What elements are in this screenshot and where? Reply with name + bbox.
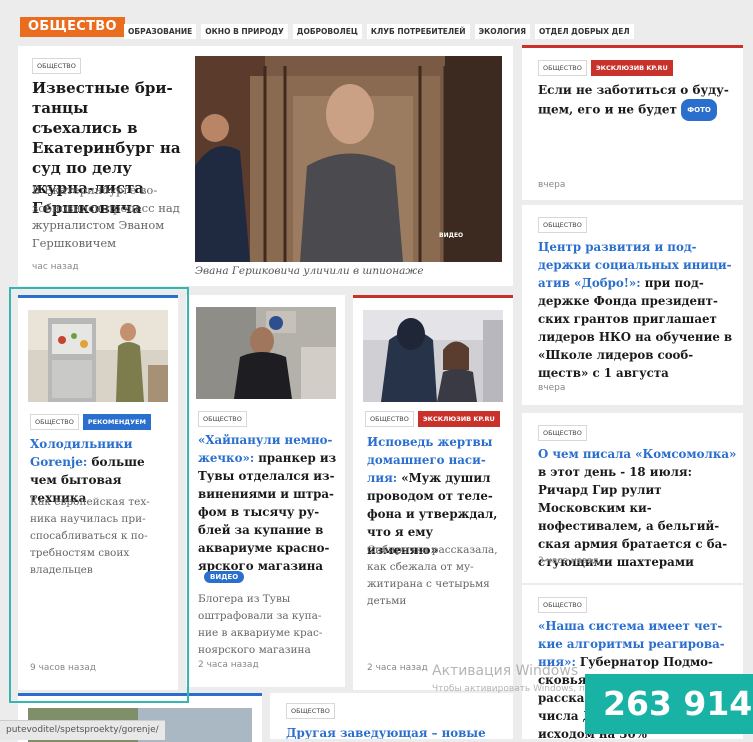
fridge-photo[interactable] [28, 310, 168, 402]
news-title-rest: при под-держке Фонда президент-ских гран… [538, 276, 733, 380]
subnav-item-volunteer[interactable]: ДОБРОВОЛЕЦ [292, 24, 362, 39]
news-title-link[interactable]: Другая заведующая – новые [286, 726, 486, 739]
tag-exclusive[interactable]: ЭКСКЛЮЗИВ KP.RU [417, 411, 500, 427]
status-url-bar: putevoditel/spetsproekty/gorenje/ [0, 720, 165, 740]
tag-society[interactable]: ОБЩЕСТВО [30, 414, 79, 430]
news-card-dobro[interactable]: ОБЩЕСТВО Центр развития и под-держки соц… [522, 205, 743, 405]
news-title-rest: в этот день - 18 июля: Ричард Гир рулит … [538, 465, 728, 569]
news-time: 3 часа назад [538, 556, 599, 566]
lead-story-card[interactable]: ОБЩЕСТВО Известные бри-танцы съехались в… [18, 46, 513, 286]
section-rubric[interactable]: ОБЩЕСТВО [20, 17, 125, 37]
lead-story-caption: Эвана Гершковича уличили в шпионаже [195, 265, 424, 277]
photo-badge: ВИДЕО [439, 232, 464, 239]
news-lead: Сибирячка рассказала, как сбежала от му-… [367, 544, 498, 607]
news-title[interactable]: Если не заботиться о буду-щем, его и не … [538, 81, 734, 121]
news-card-gorenje[interactable]: ОБЩЕСТВО РЕКОМЕНДУЕМ Холодильники Gorenj… [18, 295, 178, 690]
tag-society[interactable]: ОБЩЕСТВО [286, 703, 335, 719]
subnav-item-ecology[interactable]: ЭКОЛОГИЯ [474, 24, 531, 39]
tag-recommended[interactable]: РЕКОМЕНДУЕМ [82, 414, 151, 430]
prankster-photo[interactable] [196, 307, 336, 399]
subnav-item-nature[interactable]: ОКНО В ПРИРОДУ [201, 24, 288, 39]
lead-story-time: час назад [32, 262, 79, 272]
tag-exclusive[interactable]: ЭКСКЛЮЗИВ KP.RU [590, 60, 673, 76]
tag-society[interactable]: ОБЩЕСТВО [538, 597, 587, 613]
news-time: 9 часов назад [30, 663, 96, 673]
tag-society[interactable]: ОБЩЕСТВО [538, 425, 587, 441]
news-title[interactable]: Центр развития и под-держки социальных и… [538, 238, 736, 382]
news-card-future[interactable]: ОБЩЕСТВО ЭКСКЛЮЗИВ KP.RU Если не заботит… [522, 45, 743, 200]
photo-pill: ФОТО [681, 99, 717, 121]
news-card-prankster[interactable]: ОБЩЕСТВО «Хайпанули немно-жечко»: пранке… [186, 295, 345, 687]
section-header: ОБЩЕСТВО ОБРАЗОВАНИЕ ОКНО В ПРИРОДУ ДОБР… [0, 0, 753, 44]
news-time: 2 часа назад [367, 663, 428, 673]
view-counter-badge: 263 914 [585, 674, 753, 734]
video-pill: ВИДЕО [204, 571, 245, 583]
news-card-kindergarten[interactable]: ОБЩЕСТВО Другая заведующая – новые [270, 693, 513, 739]
tag-society[interactable]: ОБЩЕСТВО [538, 60, 587, 76]
news-time: вчера [538, 383, 566, 393]
subnav-item-education[interactable]: ОБРАЗОВАНИЕ [124, 24, 197, 39]
subnav-item-consumers[interactable]: КЛУБ ПОТРЕБИТЕЛЕЙ [366, 24, 470, 39]
news-title[interactable]: Другая заведующая – новые [286, 724, 506, 739]
news-time: вчера [538, 180, 566, 190]
tag-society[interactable]: ОБЩЕСТВО [365, 411, 414, 427]
subnav-item-good-deeds[interactable]: ОТДЕЛ ДОБРЫХ ДЕЛ [535, 24, 634, 39]
lead-story-photo[interactable]: ВИДЕО [195, 56, 502, 262]
news-title[interactable]: О чем писала «Комсомолка» в этот день - … [538, 445, 738, 571]
news-card-domestic-violence[interactable]: ОБЩЕСТВО ЭКСКЛЮЗИВ KP.RU Исповедь жертвы… [353, 295, 513, 690]
windows-activation-watermark: Активация Windows [432, 663, 579, 679]
lead-story-lead: В Екатеринбурге во-зобновился процесс на… [32, 183, 180, 250]
news-card-kp-history[interactable]: ОБЩЕСТВО О чем писала «Комсомолка» в это… [522, 413, 743, 583]
news-title-link[interactable]: О чем писала «Комсомолка» [538, 447, 736, 461]
tag-society[interactable]: ОБЩЕСТВО [198, 411, 247, 427]
news-title[interactable]: Исповедь жертвы домашнего наси-лия: «Муж… [367, 433, 507, 559]
news-lead: Блогера из Тувы оштрафовали за купа-ние … [198, 593, 323, 656]
news-title[interactable]: «Хайпанули немно-жечко»: пранкер из Тувы… [198, 431, 338, 575]
news-time: 2 часа назад [198, 660, 259, 670]
news-lead: Как европейская тех-ника научилась при-с… [30, 496, 150, 576]
section-subnav: ОБРАЗОВАНИЕ ОКНО В ПРИРОДУ ДОБРОВОЛЕЦ КЛ… [124, 24, 634, 39]
tag-society[interactable]: ОБЩЕСТВО [32, 58, 81, 74]
violence-photo[interactable] [363, 310, 503, 402]
news-title-rest: пранкер из Тувы отделался из-винениями и… [198, 451, 337, 573]
tag-society[interactable]: ОБЩЕСТВО [538, 217, 587, 233]
